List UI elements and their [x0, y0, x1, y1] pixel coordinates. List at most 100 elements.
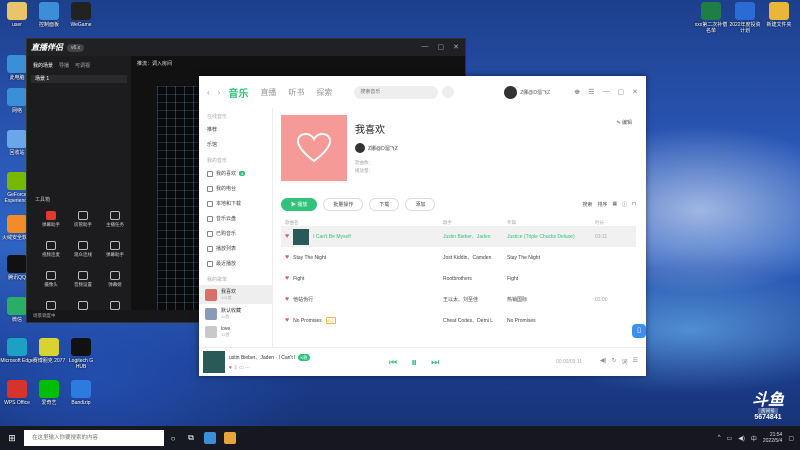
heart-icon[interactable]: ♥ [285, 233, 289, 240]
sidebar-item[interactable]: 我的电台 [199, 181, 272, 196]
toolbox-item[interactable]: 弹幕助手 [99, 241, 131, 258]
previous-icon[interactable]: ⏮ [389, 357, 397, 368]
mobile-floating-button[interactable]: ▯ [632, 324, 646, 338]
volume-tray-icon[interactable]: ◀) [738, 435, 745, 442]
song-album[interactable]: Fight [507, 276, 595, 282]
grid-view-icon[interactable]: ▦ [612, 201, 617, 207]
col-duration[interactable]: 时长 [595, 220, 625, 226]
sidebar-item-library[interactable]: 乐馆 [199, 137, 272, 152]
song-singer[interactable]: Justin Bieber、Jaden [443, 233, 507, 240]
tray-expand-icon[interactable]: ^ [718, 435, 721, 441]
maximize-icon[interactable]: ▢ [438, 43, 445, 51]
sidebar-item[interactable]: 本地和下载 [199, 196, 272, 211]
search-input[interactable] [354, 85, 439, 99]
like-icon[interactable]: ♥ [229, 365, 232, 371]
live-tab-1[interactable]: 我的场景 [33, 62, 53, 69]
list-search-button[interactable]: 搜索 [582, 201, 592, 208]
loop-icon[interactable]: ↻ [612, 357, 617, 366]
desktop-icon[interactable]: Microsoft Edge [0, 338, 34, 364]
heart-icon[interactable]: ♥ [285, 254, 289, 261]
table-row[interactable]: ♥ No Promises SQ Cheat Codes、Demi L No Promi… [281, 310, 636, 331]
download-button[interactable]: 下载 [369, 197, 400, 211]
song-album[interactable]: Stay The Night [507, 255, 595, 261]
heart-icon[interactable]: ♥ [285, 296, 289, 303]
forward-icon[interactable]: › [218, 88, 221, 97]
info-icon[interactable]: ⓘ [622, 201, 627, 208]
desktop-icon[interactable]: WeGame [64, 2, 98, 28]
lyrics-icon[interactable]: 词 [622, 357, 628, 366]
multitask-icon[interactable]: ⧉ [182, 426, 200, 450]
task-view-icon[interactable]: ○ [164, 426, 182, 450]
song-album[interactable]: No Promises [507, 318, 595, 324]
desktop-icon[interactable]: 新建文件夹 [762, 2, 796, 28]
tab-music[interactable]: 音乐 [228, 85, 248, 100]
tab-explore[interactable]: 探索 [316, 87, 332, 98]
heart-icon[interactable]: ♥ [285, 317, 289, 324]
taskbar-app-edge[interactable] [204, 432, 216, 444]
sidebar-item[interactable]: 最近播放 [199, 256, 272, 271]
windows-start-icon[interactable]: ⊞ [0, 433, 24, 444]
scene-item[interactable]: 场景 1 [31, 75, 127, 83]
batch-button[interactable]: 批量操作 [323, 197, 364, 211]
toolbox-item[interactable]: 弹幕姬 [99, 271, 131, 288]
desktop-icon[interactable]: 2022年度投资计划 [728, 2, 762, 34]
toolbox-item[interactable]: 观众连线 [67, 241, 99, 258]
tab-books[interactable]: 听书 [288, 87, 304, 98]
volume-icon[interactable]: ◀) [600, 357, 607, 366]
table-row[interactable]: ♥ Stay The Night Jost Kiddin、Camden Stay Th… [281, 247, 636, 268]
sidebar-playlist[interactable]: love 12首 [199, 323, 272, 341]
play-all-button[interactable]: ▶ 播放 [281, 197, 318, 211]
pause-icon[interactable]: ⏸ [411, 355, 417, 370]
desktop-icon[interactable]: user [0, 2, 34, 28]
edit-button[interactable]: ✎ 编辑 [616, 119, 632, 126]
playlist-icon[interactable]: ☰ [633, 357, 638, 366]
music-player-window[interactable]: ‹ › 音乐 直播 听书 探索 Z娜@D溜飞Z ♚ ☰ — ▢ ✕ 在线音乐 推… [199, 76, 646, 376]
song-album[interactable]: 热销国际 [507, 296, 595, 303]
toolbox-item[interactable]: 主播任务 [99, 211, 131, 228]
desktop-icon[interactable]: 赛博朋克 2077 [32, 338, 66, 364]
network-icon[interactable]: ▭ [727, 435, 733, 442]
sidebar-item[interactable]: 已购音乐 [199, 226, 272, 241]
now-playing-cover[interactable] [203, 351, 225, 373]
desktop-icon[interactable]: 控制面板 [32, 2, 66, 28]
skin-icon[interactable]: ♚ [574, 88, 580, 96]
sidebar-playlist[interactable]: 默认收藏 11首 [199, 304, 272, 323]
song-singer[interactable]: Cheat Codes、Demi L [443, 317, 507, 324]
back-icon[interactable]: ‹ [207, 88, 210, 97]
desktop-icon[interactable]: WPS Office [0, 380, 34, 406]
song-singer[interactable]: Rootbrothers [443, 276, 507, 282]
voice-search-icon[interactable] [442, 86, 455, 98]
live-tab-3[interactable]: 可调视 [75, 62, 90, 69]
heart-icon[interactable]: ♥ [285, 275, 289, 282]
song-singer[interactable]: 王以太、刘至佳 [443, 296, 507, 303]
download-icon[interactable]: ⇩ [233, 365, 237, 371]
sidebar-playlist[interactable]: 我喜欢 121首 [199, 285, 272, 304]
desktop-icon[interactable]: xxx第二次补偿名单 [694, 2, 728, 34]
toolbox-item[interactable]: 视频连麦 [35, 241, 67, 258]
song-album[interactable]: Justice (Triple Chucks Deluxe) [507, 234, 595, 240]
col-title[interactable]: 歌曲名 [285, 220, 443, 226]
minimize-icon[interactable]: — [603, 88, 610, 96]
settings-icon[interactable]: ☰ [588, 88, 594, 96]
toolbox-item[interactable]: 弹幕助手 [35, 211, 67, 228]
sidebar-item-recommend[interactable]: 推荐 [199, 122, 272, 137]
maximize-icon[interactable]: ▢ [618, 88, 625, 96]
toolbox-item[interactable]: 摄像头 [35, 271, 67, 288]
sidebar-item[interactable]: 我的喜欢 4 [199, 166, 272, 181]
table-row[interactable]: ♥ I Can't Be Myself Justin Bieber、Jaden Jus… [281, 226, 636, 247]
share-icon[interactable]: ⋯ [245, 365, 250, 371]
col-singer[interactable]: 歌手 [443, 220, 507, 226]
table-row[interactable]: ♥ Fight Rootbrothers Fight [281, 268, 636, 289]
table-row[interactable]: ♥ 他站伪行 王以太、刘至佳 热销国际 03:00 [281, 289, 636, 310]
next-icon[interactable]: ⏭ [431, 357, 439, 368]
minimize-icon[interactable]: — [422, 43, 429, 51]
clock[interactable]: 21:54 2022/5/4 [763, 432, 782, 444]
desktop-icon[interactable]: Logitech G HUB [64, 338, 98, 370]
comment-icon[interactable]: ▭ [239, 365, 244, 371]
add-button[interactable]: 添加 [405, 197, 436, 211]
song-singer[interactable]: Jost Kiddin、Camden [443, 254, 507, 261]
toolbox-item[interactable]: 房管助手 [67, 211, 99, 228]
close-icon[interactable]: ✕ [632, 88, 638, 96]
toolbox-item[interactable]: 音频设置 [67, 271, 99, 288]
sort-button[interactable]: 排序 [597, 201, 607, 208]
